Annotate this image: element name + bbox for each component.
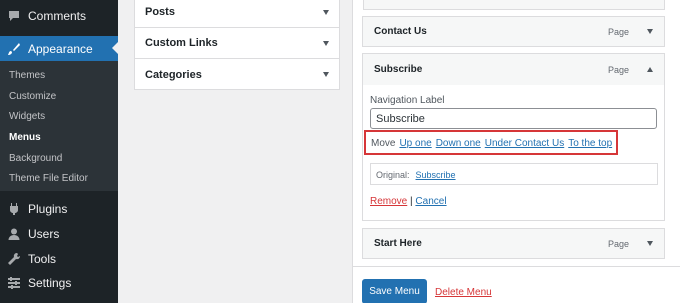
navigation-label-input[interactable] [370,108,657,129]
save-menu-button[interactable]: Save Menu [362,279,427,303]
move-under-contact-us-link[interactable]: Under Contact Us [485,138,564,149]
cancel-link[interactable]: Cancel [415,196,446,207]
menu-item-collapse-toggle[interactable] [643,67,657,72]
action-separator: | [410,196,413,207]
move-options: Move Up one Down one Under Contact Us To the… [371,138,612,149]
sliders-icon [7,276,21,290]
delete-menu-link[interactable]: Delete Menu [435,287,492,298]
sidebar-item-users[interactable]: Users [0,223,118,245]
submenu-item-menus[interactable]: Menus [9,131,41,145]
accordion-section-title: Posts [145,6,175,18]
sidebar-item-label: Plugins [28,202,68,216]
caret-down-icon [647,241,653,246]
accordion-section-custom-links[interactable]: Custom Links [135,28,339,59]
menu-item-contact-us[interactable]: Contact Us Page [362,16,665,47]
admin-sidebar: Comments Appearance Themes Customize Wid… [0,0,118,303]
sidebar-item-plugins[interactable]: Plugins [0,198,118,220]
previous-menu-item-edge [363,0,665,10]
sidebar-item-settings[interactable]: Settings [0,272,118,294]
accordion-section-categories[interactable]: Categories [135,59,339,90]
move-down-one-link[interactable]: Down one [436,138,481,149]
sidebar-item-appearance[interactable]: Appearance [0,36,118,61]
remove-link[interactable]: Remove [370,196,407,207]
user-icon [7,227,21,241]
accordion-section-title: Custom Links [145,37,218,49]
plug-icon [7,202,21,216]
menu-item-type: Page [607,64,629,75]
submenu-item-background[interactable]: Background [9,152,62,166]
menu-item-start-here[interactable]: Start Here Page [362,228,665,259]
menu-item-expand-toggle[interactable] [643,29,657,34]
appearance-submenu: Themes Customize Widgets Menus Backgroun… [0,61,118,191]
sidebar-item-label: Settings [28,276,72,290]
caret-down-icon [323,72,329,77]
menu-item-title: Subscribe [374,64,423,75]
menu-item-title: Start Here [374,238,422,249]
original-item-box: Original: Subscribe [370,163,658,185]
submenu-item-themes[interactable]: Themes [9,69,45,83]
menu-item-type: Page [607,238,629,249]
accordion-section-title: Categories [145,68,202,81]
original-item-link[interactable]: Subscribe [416,170,456,180]
menu-item-subscribe[interactable]: Subscribe Page [362,53,665,85]
wrench-icon [7,252,21,266]
sidebar-item-label: Tools [28,252,57,266]
original-label: Original: [376,170,410,180]
sidebar-item-label: Appearance [28,41,93,56]
move-label: Move [371,138,396,149]
navigation-label-caption: Navigation Label [370,95,445,106]
menu-item-title: Contact Us [374,26,427,37]
caret-down-icon [323,40,329,46]
sidebar-item-tools[interactable]: Tools [0,248,118,270]
footer-divider [353,266,680,267]
menu-item-type: Page [607,26,629,37]
paintbrush-icon [7,42,21,56]
menu-item-actions: Remove | Cancel [370,196,447,207]
menu-structure-panel: Contact Us Page Subscribe Page Navigatio… [352,0,680,303]
caret-down-icon [323,9,329,15]
sidebar-item-label: Comments [28,9,87,23]
comment-icon [7,9,21,23]
menu-item-expand-toggle[interactable] [643,241,657,246]
add-menu-items-accordion: Posts Custom Links Categories [134,0,340,90]
submenu-item-customize[interactable]: Customize [9,90,56,104]
submenu-item-widgets[interactable]: Widgets [9,110,45,124]
caret-down-icon [647,29,653,34]
accordion-section-posts[interactable]: Posts [135,0,339,28]
sidebar-item-comments[interactable]: Comments [0,4,118,28]
move-up-one-link[interactable]: Up one [399,138,431,149]
sidebar-item-label: Users [28,227,60,241]
caret-up-icon [647,67,653,72]
move-to-top-link[interactable]: To the top [568,138,612,149]
menu-item-settings: Navigation Label MoveUp one Down one Under… [362,85,665,221]
submenu-item-theme-file-editor[interactable]: Theme File Editor [9,172,88,186]
